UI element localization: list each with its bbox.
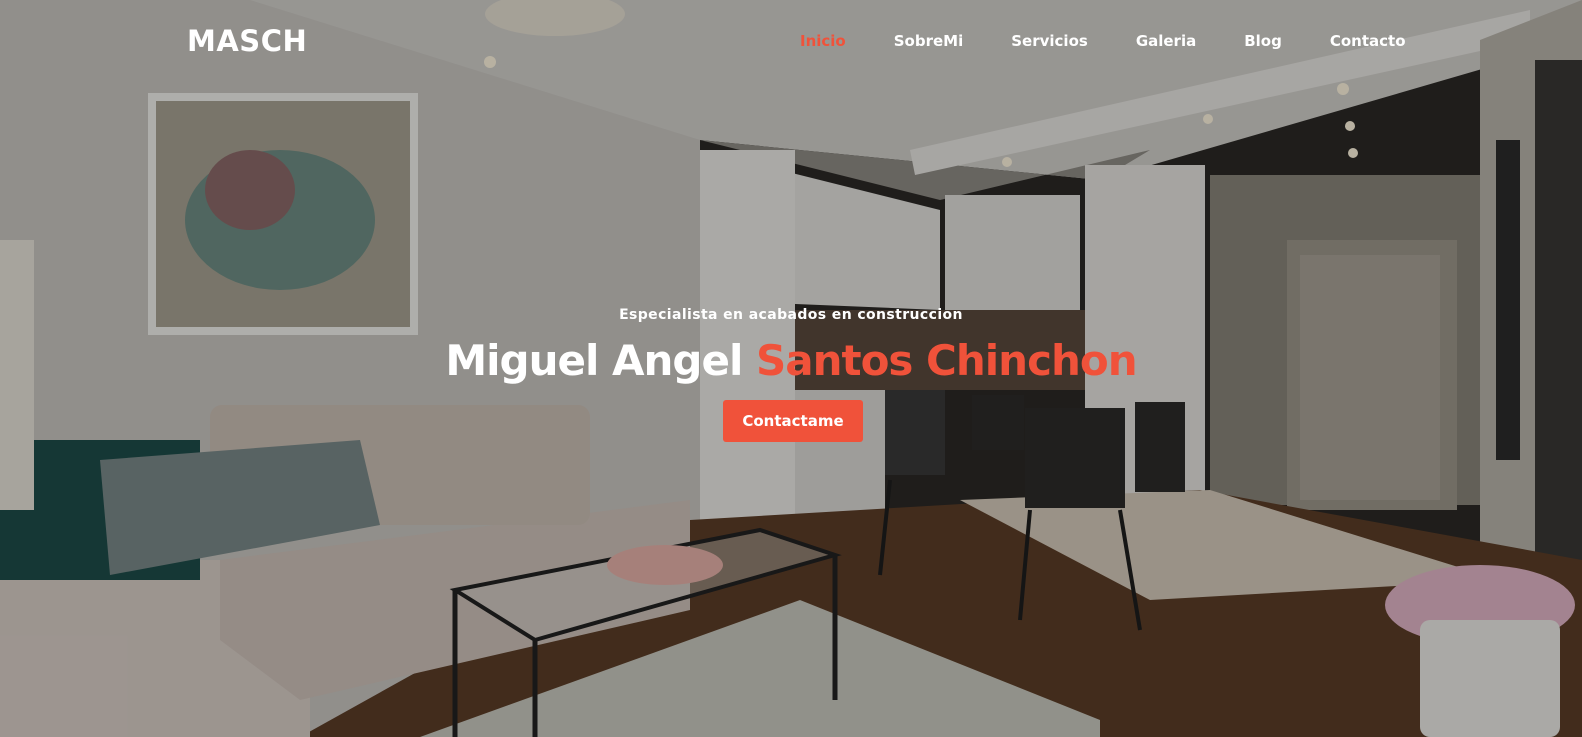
nav-item-inicio[interactable]: Inicio (790, 30, 870, 52)
hero-name-last: Santos Chinchon (756, 336, 1138, 385)
main-nav: Inicio SobreMi Servicios Galeria Blog Co… (790, 30, 1430, 52)
nav-item-blog[interactable]: Blog (1220, 30, 1306, 52)
nav-item-contacto[interactable]: Contacto (1306, 30, 1430, 52)
hero-section: MASCH Inicio SobreMi Servicios Galeria B… (0, 0, 1582, 737)
nav-item-servicios[interactable]: Servicios (987, 30, 1112, 52)
hero-name-first: Miguel Angel (445, 336, 743, 385)
nav-item-sobremi[interactable]: SobreMi (870, 30, 988, 52)
nav-item-galeria[interactable]: Galeria (1112, 30, 1220, 52)
contact-button[interactable]: Contactame (723, 400, 863, 442)
hero-tagline: Especialista en acabados en construccion (619, 307, 963, 323)
site-logo[interactable]: MASCH (187, 22, 307, 60)
hero-headline: Miguel Angel Santos Chinchon (0, 334, 1582, 388)
